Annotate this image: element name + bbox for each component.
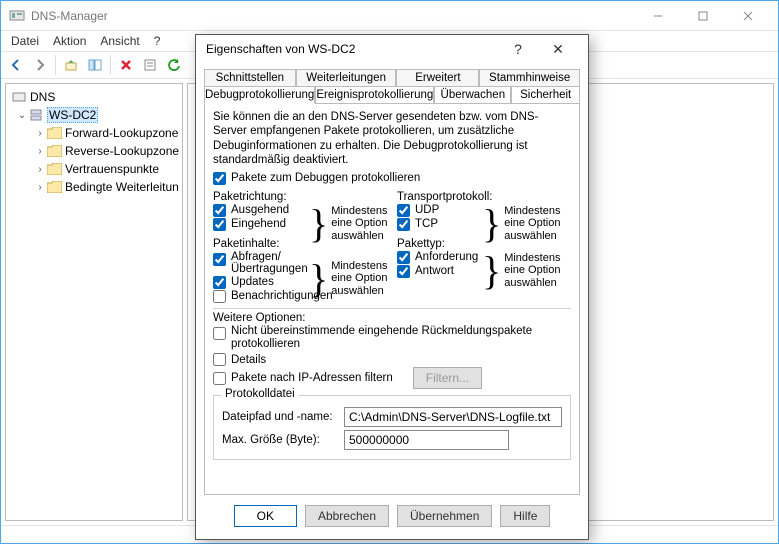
folder-icon (46, 143, 62, 159)
tab-monitoring[interactable]: Überwachen (434, 86, 511, 103)
tree-pane[interactable]: DNS ⌄ WS-DC2 › Forward-Lookupzone › Reve… (5, 83, 183, 521)
apply-button[interactable]: Übernehmen (397, 505, 492, 527)
tree-server[interactable]: ⌄ WS-DC2 (8, 106, 180, 124)
menu-file[interactable]: Datei (11, 34, 39, 48)
other-options-title: Weitere Optionen: (213, 312, 571, 324)
description-text: Sie können die an den DNS-Server gesende… (213, 110, 571, 168)
ok-button[interactable]: OK (234, 505, 297, 527)
dialog-help-button[interactable]: ? (498, 41, 538, 57)
minimize-button[interactable] (635, 1, 680, 30)
tree-item[interactable]: › Forward-Lookupzone (8, 124, 180, 142)
tree-item[interactable]: › Bedingte Weiterleitun (8, 178, 180, 196)
tab-event-logging[interactable]: Ereignisprotokollierung (315, 86, 434, 103)
close-button[interactable] (725, 1, 770, 30)
titlebar: DNS-Manager (1, 1, 778, 31)
dialog-title: Eigenschaften von WS-DC2 (206, 42, 355, 56)
server-icon (28, 107, 44, 123)
mismatch-check[interactable]: Nicht übereinstimmende eingehende Rückme… (213, 325, 571, 353)
folder-icon (46, 125, 62, 141)
logfile-legend: Protokolldatei (222, 388, 298, 400)
size-input[interactable] (344, 430, 509, 450)
ip-filter-check[interactable]: Pakete nach IP-Adressen filtern (213, 372, 393, 385)
chevron-right-icon[interactable]: › (34, 182, 46, 193)
tab-body: Sie können die an den DNS-Server gesende… (204, 103, 580, 495)
tab-security[interactable]: Sicherheit (511, 86, 580, 103)
up-button[interactable] (60, 54, 82, 76)
menu-view[interactable]: Ansicht (100, 34, 139, 48)
tree-root[interactable]: DNS (8, 88, 180, 106)
refresh-button[interactable] (163, 54, 185, 76)
tab-debug-logging[interactable]: Debugprotokollierung (204, 86, 315, 104)
app-title: DNS-Manager (31, 9, 635, 23)
dns-root-icon (11, 89, 27, 105)
properties-button[interactable] (139, 54, 161, 76)
log-packets-check[interactable]: Pakete zum Debuggen protokollieren (213, 172, 571, 185)
chevron-right-icon[interactable]: › (34, 146, 46, 157)
tab-interfaces[interactable]: Schnittstellen (204, 69, 296, 86)
logfile-group: Protokolldatei Dateipfad und -name: Max.… (213, 395, 571, 460)
details-check[interactable]: Details (213, 353, 571, 366)
maximize-button[interactable] (680, 1, 725, 30)
tree-item[interactable]: › Vertrauenspunkte (8, 160, 180, 178)
tab-root-hints[interactable]: Stammhinweise (479, 69, 580, 86)
menu-action[interactable]: Aktion (53, 34, 86, 48)
tree-item[interactable]: › Reverse-Lookupzone (8, 142, 180, 160)
path-input[interactable] (344, 407, 562, 427)
delete-button[interactable] (115, 54, 137, 76)
help-button[interactable]: Hilfe (500, 505, 550, 527)
cancel-button[interactable]: Abbrechen (305, 505, 389, 527)
dialog-titlebar: Eigenschaften von WS-DC2 ? ✕ (196, 35, 588, 63)
dialog-close-button[interactable]: ✕ (538, 41, 578, 58)
direction-title: Paketrichtung: (213, 191, 387, 203)
properties-dialog: Eigenschaften von WS-DC2 ? ✕ Schnittstel… (195, 34, 589, 540)
content-title: Paketinhalte: (213, 238, 387, 250)
folder-icon (46, 161, 62, 177)
chevron-right-icon[interactable]: › (34, 164, 46, 175)
size-label: Max. Größe (Byte): (222, 434, 336, 446)
menu-help[interactable]: ? (154, 34, 161, 48)
forward-button[interactable] (29, 54, 51, 76)
dialog-buttons: OK Abbrechen Übernehmen Hilfe (196, 495, 588, 539)
show-hide-tree-button[interactable] (84, 54, 106, 76)
app-icon (9, 8, 25, 24)
tab-forwarders[interactable]: Weiterleitungen (296, 69, 397, 86)
tab-advanced[interactable]: Erweitert (396, 69, 479, 86)
tree-server-label: WS-DC2 (47, 107, 98, 123)
folder-icon (46, 179, 62, 195)
filter-button[interactable]: Filtern... (413, 367, 482, 389)
back-button[interactable] (5, 54, 27, 76)
chevron-right-icon[interactable]: › (34, 128, 46, 139)
chevron-down-icon[interactable]: ⌄ (16, 110, 28, 121)
path-label: Dateipfad und -name: (222, 411, 336, 423)
